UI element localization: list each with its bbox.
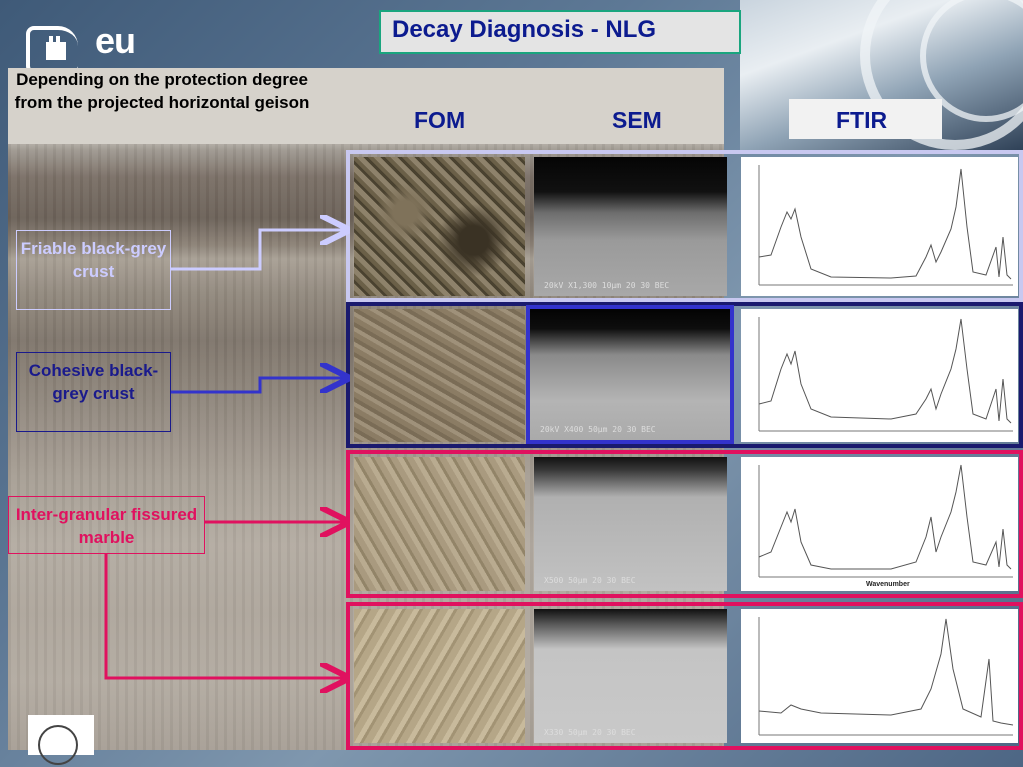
arrow-right-icon [171,378,344,394]
arrow-right-icon [171,230,344,271]
connector-arrows [104,0,1023,767]
arrow-right-icon [104,554,344,678]
